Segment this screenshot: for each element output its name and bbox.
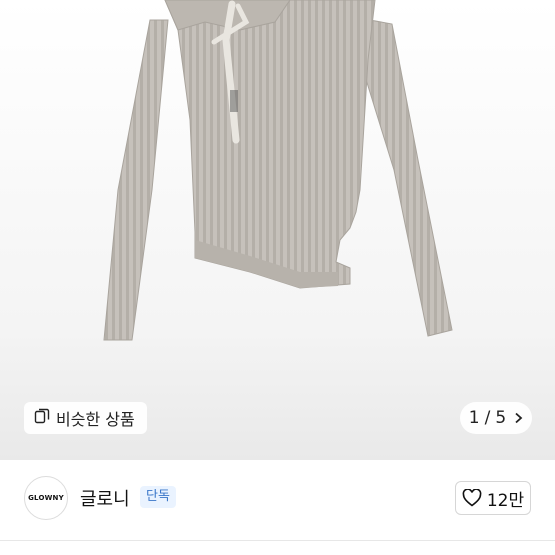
product-image[interactable]: 비슷한 상품 1 / 5 <box>0 0 555 460</box>
seller-name[interactable]: 글로니 <box>80 485 130 511</box>
similar-items-icon <box>34 408 50 428</box>
product-photo <box>103 0 453 341</box>
exclusive-badge: 단독 <box>140 486 176 508</box>
divider <box>0 540 555 541</box>
pager-separator: / <box>484 408 491 428</box>
similar-items-button[interactable]: 비슷한 상품 <box>24 402 147 434</box>
like-count: 12만 <box>486 490 525 511</box>
seller-avatar[interactable]: GLOWNY <box>24 476 68 520</box>
similar-items-label: 비슷한 상품 <box>56 410 135 429</box>
chevron-right-icon <box>514 412 523 424</box>
image-pager[interactable]: 1 / 5 <box>460 402 532 434</box>
pager-total: 5 <box>495 408 507 428</box>
seller-logo-text: GLOWNY <box>28 494 64 502</box>
heart-outline-icon <box>462 489 482 507</box>
like-button[interactable]: 12만 <box>455 481 531 515</box>
pager-current: 1 <box>468 408 480 428</box>
